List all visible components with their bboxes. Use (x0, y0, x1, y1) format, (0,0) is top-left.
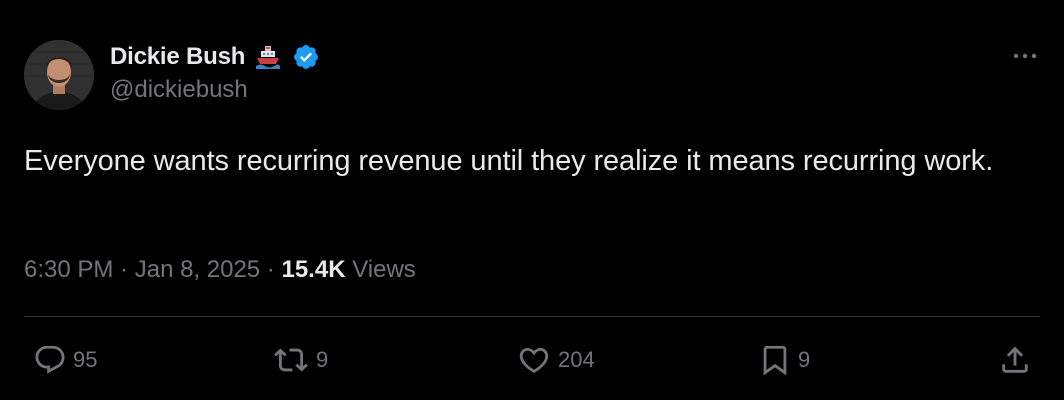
author-name-row: Dickie Bush (110, 40, 321, 74)
author-handle[interactable]: @dickiebush (110, 76, 248, 104)
repost-count: 9 (316, 347, 329, 372)
tweet-time[interactable]: 6:30 PM (24, 256, 113, 284)
divider (24, 316, 1040, 317)
tweet-actions: 95 9 204 9 (0, 338, 1064, 382)
more-options-button[interactable] (1010, 44, 1040, 68)
bookmark-button[interactable]: 9 (758, 338, 810, 382)
ship-emoji-icon (253, 42, 283, 72)
tweet-meta: 6:30 PM · Jan 8, 2025 · 15.4K Views (24, 252, 416, 288)
tweet-text: Everyone wants recurring revenue until t… (24, 145, 994, 177)
reply-button[interactable]: 95 (33, 338, 97, 382)
like-button[interactable]: 204 (516, 338, 595, 382)
tweet-card: Dickie Bush @dickiebush Everyone wants r… (0, 0, 1064, 400)
tweet-date[interactable]: Jan 8, 2025 (135, 256, 260, 284)
share-button[interactable] (998, 338, 1032, 382)
repost-button[interactable]: 9 (272, 338, 328, 382)
repost-icon (274, 348, 308, 372)
meta-separator: · (113, 256, 135, 283)
avatar-image (24, 40, 94, 110)
verified-badge-icon[interactable] (291, 42, 321, 72)
like-count: 204 (558, 347, 595, 372)
bookmark-count: 9 (798, 347, 811, 372)
views-count[interactable]: 15.4K (281, 256, 345, 284)
share-icon (1002, 346, 1028, 373)
views-label: Views (345, 256, 416, 283)
bookmark-icon (763, 345, 787, 376)
like-icon (519, 347, 549, 373)
display-name[interactable]: Dickie Bush (110, 43, 245, 71)
reply-icon (35, 345, 65, 374)
reply-count: 95 (73, 347, 98, 372)
avatar[interactable] (24, 40, 94, 110)
meta-separator: · (260, 256, 282, 283)
more-horizontal-icon (1013, 53, 1037, 59)
